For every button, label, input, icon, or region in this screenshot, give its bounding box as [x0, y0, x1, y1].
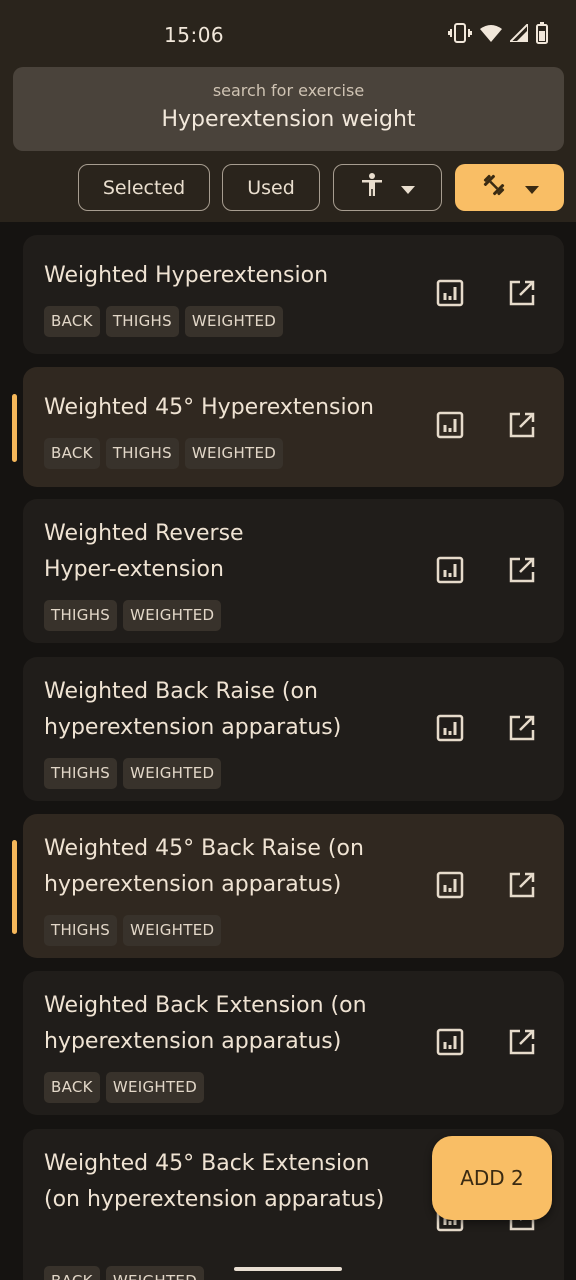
open-exercise-button[interactable]	[506, 556, 538, 588]
stats-icon	[436, 411, 464, 443]
exercise-card[interactable]: Weighted 45° Back Raise (on hyperextensi…	[23, 814, 564, 958]
open-in-new-icon	[508, 279, 536, 311]
add-selected-button[interactable]: ADD 2	[432, 1136, 552, 1220]
search-label: search for exercise	[212, 81, 365, 100]
stats-button[interactable]	[434, 411, 466, 443]
exercise-title: Weighted 45° Back Extension (on hyperext…	[44, 1151, 385, 1212]
tag: THIGHS	[105, 306, 179, 337]
exercise-title: Weighted 45° Back Raise (on hyperextensi…	[44, 836, 364, 897]
tag-list: THIGHS WEIGHTED	[44, 600, 222, 631]
open-exercise-button[interactable]	[506, 411, 538, 443]
exercise-title: Weighted Hyperextension	[44, 263, 329, 288]
tag: WEIGHTED	[123, 758, 222, 789]
open-exercise-button[interactable]	[506, 714, 538, 746]
tag: WEIGHTED	[184, 306, 284, 337]
equipment-filter-dropdown[interactable]	[455, 164, 564, 211]
exercise-card[interactable]: Weighted Back Raise (on hyperextension a…	[23, 657, 564, 801]
status-icons	[448, 22, 548, 44]
selection-indicator	[12, 840, 17, 934]
wifi-icon	[480, 24, 502, 42]
status-bar: 15:06	[0, 0, 576, 68]
tag: BACK	[44, 1266, 100, 1280]
tag: BACK	[44, 1072, 100, 1103]
stats-button[interactable]	[434, 279, 466, 311]
exercise-title: Weighted Reverse Hyper-extension	[44, 521, 244, 582]
stats-icon	[436, 871, 464, 903]
battery-icon	[536, 22, 548, 44]
search-input[interactable]: Hyperextension weight	[13, 107, 564, 132]
tag: THIGHS	[44, 758, 118, 789]
tag: WEIGHTED	[123, 915, 222, 946]
stats-button[interactable]	[434, 871, 466, 903]
tag-list: BACK WEIGHTED	[44, 1266, 205, 1280]
exercise-card[interactable]: Weighted Hyperextension BACK THIGHS WEIG…	[23, 235, 564, 354]
stats-button[interactable]	[434, 556, 466, 588]
tag: BACK	[44, 306, 100, 337]
stats-icon	[436, 714, 464, 746]
stats-button[interactable]	[434, 1028, 466, 1060]
tag-list: THIGHS WEIGHTED	[44, 915, 222, 946]
exercise-card[interactable]: Weighted Back Extension (on hyperextensi…	[23, 971, 564, 1115]
exercise-list[interactable]: Weighted Hyperextension BACK THIGHS WEIG…	[0, 222, 576, 1280]
open-in-new-icon	[508, 411, 536, 443]
filter-selected-button[interactable]: Selected	[78, 164, 210, 211]
exercise-title: Weighted Back Extension (on hyperextensi…	[44, 993, 367, 1054]
tag: WEIGHTED	[105, 1072, 205, 1103]
search-field[interactable]: search for exercise Hyperextension weigh…	[13, 67, 564, 151]
tag: BACK	[44, 438, 100, 469]
signal-icon	[510, 24, 528, 42]
open-in-new-icon	[508, 871, 536, 903]
status-time: 15:06	[164, 23, 225, 47]
body-part-filter-dropdown[interactable]	[333, 164, 442, 211]
tag: WEIGHTED	[105, 1266, 205, 1280]
open-in-new-icon	[508, 1028, 536, 1060]
chevron-down-icon	[524, 177, 539, 199]
top-app-bar: 15:06 search for exercise Hyperextension…	[0, 0, 576, 222]
tag: THIGHS	[105, 438, 179, 469]
stats-icon	[436, 1028, 464, 1060]
open-in-new-icon	[508, 714, 536, 746]
filter-used-button[interactable]: Used	[222, 164, 320, 211]
tag-list: BACK WEIGHTED	[44, 1072, 205, 1103]
selection-indicator	[12, 394, 17, 462]
tag: THIGHS	[44, 915, 118, 946]
chevron-down-icon	[400, 177, 415, 199]
tag-list: BACK THIGHS WEIGHTED	[44, 438, 284, 469]
open-exercise-button[interactable]	[506, 871, 538, 903]
tag: THIGHS	[44, 600, 118, 631]
stats-icon	[436, 556, 464, 588]
open-in-new-icon	[508, 556, 536, 588]
tag-list: THIGHS WEIGHTED	[44, 758, 222, 789]
stats-icon	[436, 279, 464, 311]
tag: WEIGHTED	[123, 600, 222, 631]
open-exercise-button[interactable]	[506, 1028, 538, 1060]
exercise-title: Weighted 45° Hyperextension	[44, 395, 374, 420]
vibrate-icon	[448, 22, 472, 44]
tag: WEIGHTED	[184, 438, 284, 469]
dumbbell-icon	[481, 172, 507, 203]
gesture-nav-handle[interactable]	[234, 1267, 342, 1271]
exercise-card[interactable]: Weighted 45° Hyperextension BACK THIGHS …	[23, 367, 564, 487]
exercise-title: Weighted Back Raise (on hyperextension a…	[44, 679, 342, 740]
tag-list: BACK THIGHS WEIGHTED	[44, 306, 284, 337]
stats-button[interactable]	[434, 714, 466, 746]
exercise-card[interactable]: Weighted Reverse Hyper-extension THIGHS …	[23, 499, 564, 643]
person-icon	[361, 173, 383, 202]
open-exercise-button[interactable]	[506, 279, 538, 311]
